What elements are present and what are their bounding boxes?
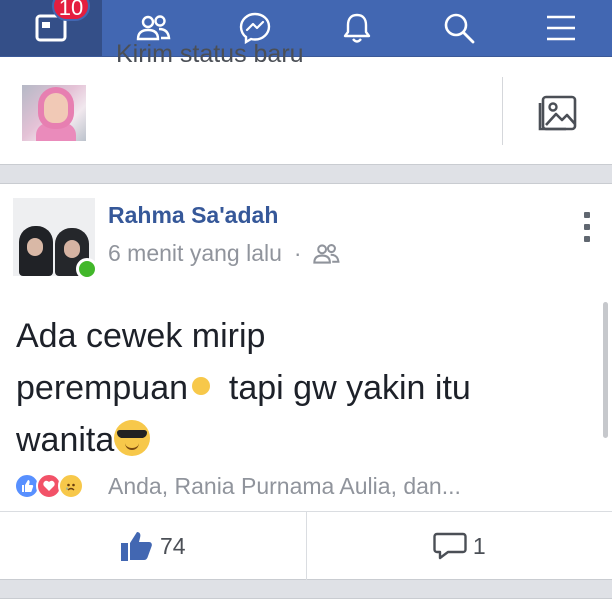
sunglasses-emoji-icon: [114, 420, 151, 457]
notification-count-badge: 10: [52, 0, 90, 21]
comment-count: 1: [472, 532, 486, 559]
post-text-line: wanita: [16, 421, 115, 459]
post-text-line: Ada cewek mirip: [16, 317, 266, 355]
audience-friends-icon: [312, 243, 340, 264]
dot: [584, 224, 590, 230]
avatar-face: [44, 93, 68, 123]
post-text-line: perempuan: [16, 369, 189, 407]
dot: [584, 212, 590, 218]
nav-menu[interactable]: [510, 0, 612, 56]
search-icon: [444, 13, 475, 44]
top-nav-bar: 10: [0, 0, 612, 57]
dot: [584, 236, 590, 242]
post-meta: 6 menit yang lalu ·: [108, 240, 340, 267]
meta-separator: ·: [293, 240, 302, 266]
avatar-figure: [36, 123, 76, 141]
nav-notifications[interactable]: [306, 0, 408, 56]
next-post-edge: [0, 598, 612, 612]
nav-news-feed[interactable]: 10: [0, 0, 102, 56]
post-text-line: tapi gw yakin itu: [228, 369, 471, 407]
reactors-summary[interactable]: Anda, Rania Purnama Aulia, dan...: [108, 473, 461, 500]
notifications-icon: [343, 13, 371, 43]
comment-icon: [433, 532, 467, 560]
status-input[interactable]: Kirim status baru: [116, 40, 304, 69]
post-options-button[interactable]: [578, 212, 596, 242]
nav-search[interactable]: [408, 0, 510, 56]
post-author-name[interactable]: Rahma Sa'adah: [108, 202, 278, 229]
comment-button[interactable]: 1: [305, 512, 612, 580]
post-body: Ada cewek mirip perempuan tapi gw yakin …: [16, 310, 591, 466]
like-button[interactable]: 74: [0, 512, 306, 580]
avatar-face: [64, 240, 80, 258]
sad-reaction-icon: [58, 473, 84, 499]
post-timestamp[interactable]: 6 menit yang lalu: [108, 240, 282, 267]
photo-icon: [538, 95, 577, 131]
friends-icon: [136, 15, 171, 41]
status-composer: [0, 57, 612, 165]
avatar-face: [27, 238, 43, 256]
user-avatar[interactable]: [22, 85, 86, 141]
composer-divider: [502, 77, 503, 145]
menu-icon: [547, 15, 575, 41]
online-status-indicator: [76, 258, 98, 280]
post-action-bar: 74 1: [0, 511, 612, 580]
scrollbar[interactable]: [603, 302, 608, 438]
thumbs-up-icon: [120, 532, 152, 561]
like-count: 74: [159, 532, 186, 559]
sweat-emoji-icon: [192, 377, 211, 396]
add-photo-button[interactable]: [536, 90, 580, 134]
reaction-icons[interactable]: [14, 472, 84, 500]
